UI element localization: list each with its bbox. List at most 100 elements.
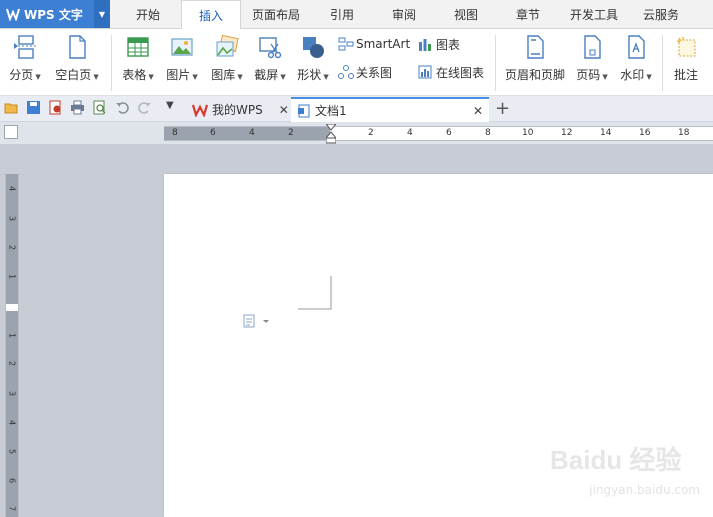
ribbon-divider [495, 35, 496, 91]
doc-tab-my-wps[interactable]: 我的WPS ✕ [188, 97, 289, 122]
chart-button[interactable]: 图表 [418, 34, 460, 54]
comment-label: 批注 [673, 68, 698, 82]
picture-button[interactable]: 图片 ▼ [162, 32, 202, 94]
ruler-tick: 3 [7, 390, 17, 397]
ribbon-divider [111, 35, 112, 91]
relationship-label: 关系图 [356, 65, 393, 80]
watermark-button[interactable]: 水印 ▼ [616, 32, 656, 94]
paste-options-icon[interactable] [243, 314, 271, 328]
ruler-tick: 2 [7, 360, 17, 367]
margin-corner-mark [298, 276, 332, 310]
smartart-icon [338, 37, 354, 51]
close-icon[interactable]: ✕ [279, 103, 289, 117]
table-button[interactable]: 表格 ▼ [118, 32, 158, 94]
picture-icon [169, 34, 195, 60]
export-pdf-icon[interactable] [48, 100, 63, 115]
vertical-ruler[interactable]: 4 3 2 1 1 2 3 4 5 6 7 [5, 174, 19, 517]
ruler-tick: 8 [172, 128, 178, 138]
header-footer-button[interactable]: 页眉和页脚 [501, 32, 569, 94]
page-break-label: 分页 [9, 68, 34, 82]
undo-icon[interactable] [115, 100, 130, 115]
ruler-tick: 2 [288, 128, 294, 138]
chevron-down-icon[interactable]: ▼ [323, 73, 328, 81]
tab-chapter[interactable]: 章节 [504, 0, 552, 28]
tab-insert[interactable]: 插入 [181, 0, 241, 30]
ruler-tick: 6 [210, 128, 216, 138]
shapes-button[interactable]: 形状 ▼ [293, 32, 333, 94]
tab-page-layout[interactable]: 页面布局 [247, 0, 305, 28]
table-label: 表格 [122, 68, 147, 82]
page-number-icon [579, 34, 605, 60]
gallery-label: 图库 [211, 68, 236, 82]
chevron-down-icon[interactable]: ▼ [602, 73, 607, 81]
close-icon[interactable]: ✕ [473, 104, 483, 118]
app-menu-dropdown-icon[interactable]: ▼ [94, 0, 110, 28]
blank-page-button[interactable]: 空白页 ▼ [51, 32, 103, 94]
ruler-tick: 14 [600, 128, 612, 138]
screenshot-button[interactable]: 截屏 ▼ [251, 32, 289, 94]
smartart-button[interactable]: SmartArt [338, 34, 410, 54]
ruler-tick: 7 [7, 505, 17, 512]
open-folder-icon[interactable] [4, 100, 19, 115]
ribbon-divider [662, 35, 663, 91]
indent-marker-icon[interactable] [324, 123, 338, 144]
online-chart-button[interactable]: 在线图表 [418, 62, 484, 82]
chevron-down-icon[interactable]: ▼ [237, 73, 242, 81]
ruler-tick: 4 [249, 128, 255, 138]
doc-tab-label: 文档1 [315, 104, 347, 118]
ruler-margin-top [6, 174, 18, 304]
tab-home[interactable]: 开始 [124, 0, 172, 28]
ruler-tick: 5 [7, 448, 17, 455]
ruler-tick: 8 [485, 128, 491, 138]
chart-label: 图表 [436, 37, 461, 52]
doc-tab-label: 我的WPS [212, 103, 263, 117]
doc-tab-document1[interactable]: 文档1 ✕ [291, 97, 489, 122]
baidu-watermark: Baidu 经验 jingyan.baidu.com [550, 440, 700, 510]
ruler-tick: 4 [407, 128, 413, 138]
tab-view[interactable]: 视图 [442, 0, 490, 28]
customize-quick-access-dropdown-icon[interactable]: ▼ [166, 100, 181, 115]
chevron-down-icon[interactable]: ▼ [280, 73, 285, 81]
relationship-icon [338, 65, 354, 79]
gallery-icon [214, 34, 240, 60]
shapes-icon [300, 34, 326, 60]
page-break-button[interactable]: 分页 ▼ [6, 32, 44, 94]
app-menu-button[interactable]: WPS 文字 ▼ [0, 0, 110, 28]
ruler-tick: 12 [561, 128, 573, 138]
header-footer-label: 页眉和页脚 [504, 68, 565, 82]
tab-stop-selector-icon[interactable] [4, 125, 18, 139]
ruler-tick: 6 [446, 128, 452, 138]
page-number-button[interactable]: 页码 ▼ [572, 32, 612, 94]
ruler-tick: 3 [7, 215, 17, 222]
chevron-down-icon[interactable]: ▼ [93, 73, 98, 81]
chevron-down-icon[interactable]: ▼ [192, 73, 197, 81]
save-icon[interactable] [26, 100, 41, 115]
watermark-text: Baidu 经验 [550, 445, 682, 475]
screenshot-icon [257, 34, 283, 60]
gallery-button[interactable]: 图库 ▼ [206, 32, 248, 94]
ruler-tick: 2 [368, 128, 374, 138]
chevron-down-icon[interactable]: ▼ [148, 73, 153, 81]
new-tab-plus-icon[interactable]: + [495, 98, 510, 119]
redo-icon[interactable] [137, 100, 152, 115]
ruler-tick: 16 [639, 128, 651, 138]
chevron-down-icon[interactable]: ▼ [35, 73, 40, 81]
horizontal-ruler[interactable]: 8 6 4 2 2 4 6 8 10 12 14 16 18 [164, 126, 713, 141]
print-icon[interactable] [70, 100, 85, 115]
relationship-diagram-button[interactable]: 关系图 [338, 62, 392, 82]
shapes-label: 形状 [297, 68, 322, 82]
tab-review[interactable]: 审阅 [380, 0, 428, 28]
tab-references[interactable]: 引用 [318, 0, 366, 28]
tab-developer[interactable]: 开发工具 [563, 0, 625, 28]
online-chart-label: 在线图表 [436, 65, 485, 80]
comment-icon [673, 34, 699, 60]
ruler-tick: 2 [7, 244, 17, 251]
chevron-down-icon[interactable]: ▼ [646, 73, 651, 81]
ruler-tick: 18 [678, 128, 690, 138]
comment-button[interactable]: 批注 [667, 32, 705, 94]
page-number-label: 页码 [576, 68, 601, 82]
print-preview-icon[interactable] [92, 100, 107, 115]
screenshot-label: 截屏 [254, 68, 279, 82]
ruler-tick: 4 [7, 185, 17, 192]
tab-cloud-service[interactable]: 云服务 [636, 0, 686, 28]
